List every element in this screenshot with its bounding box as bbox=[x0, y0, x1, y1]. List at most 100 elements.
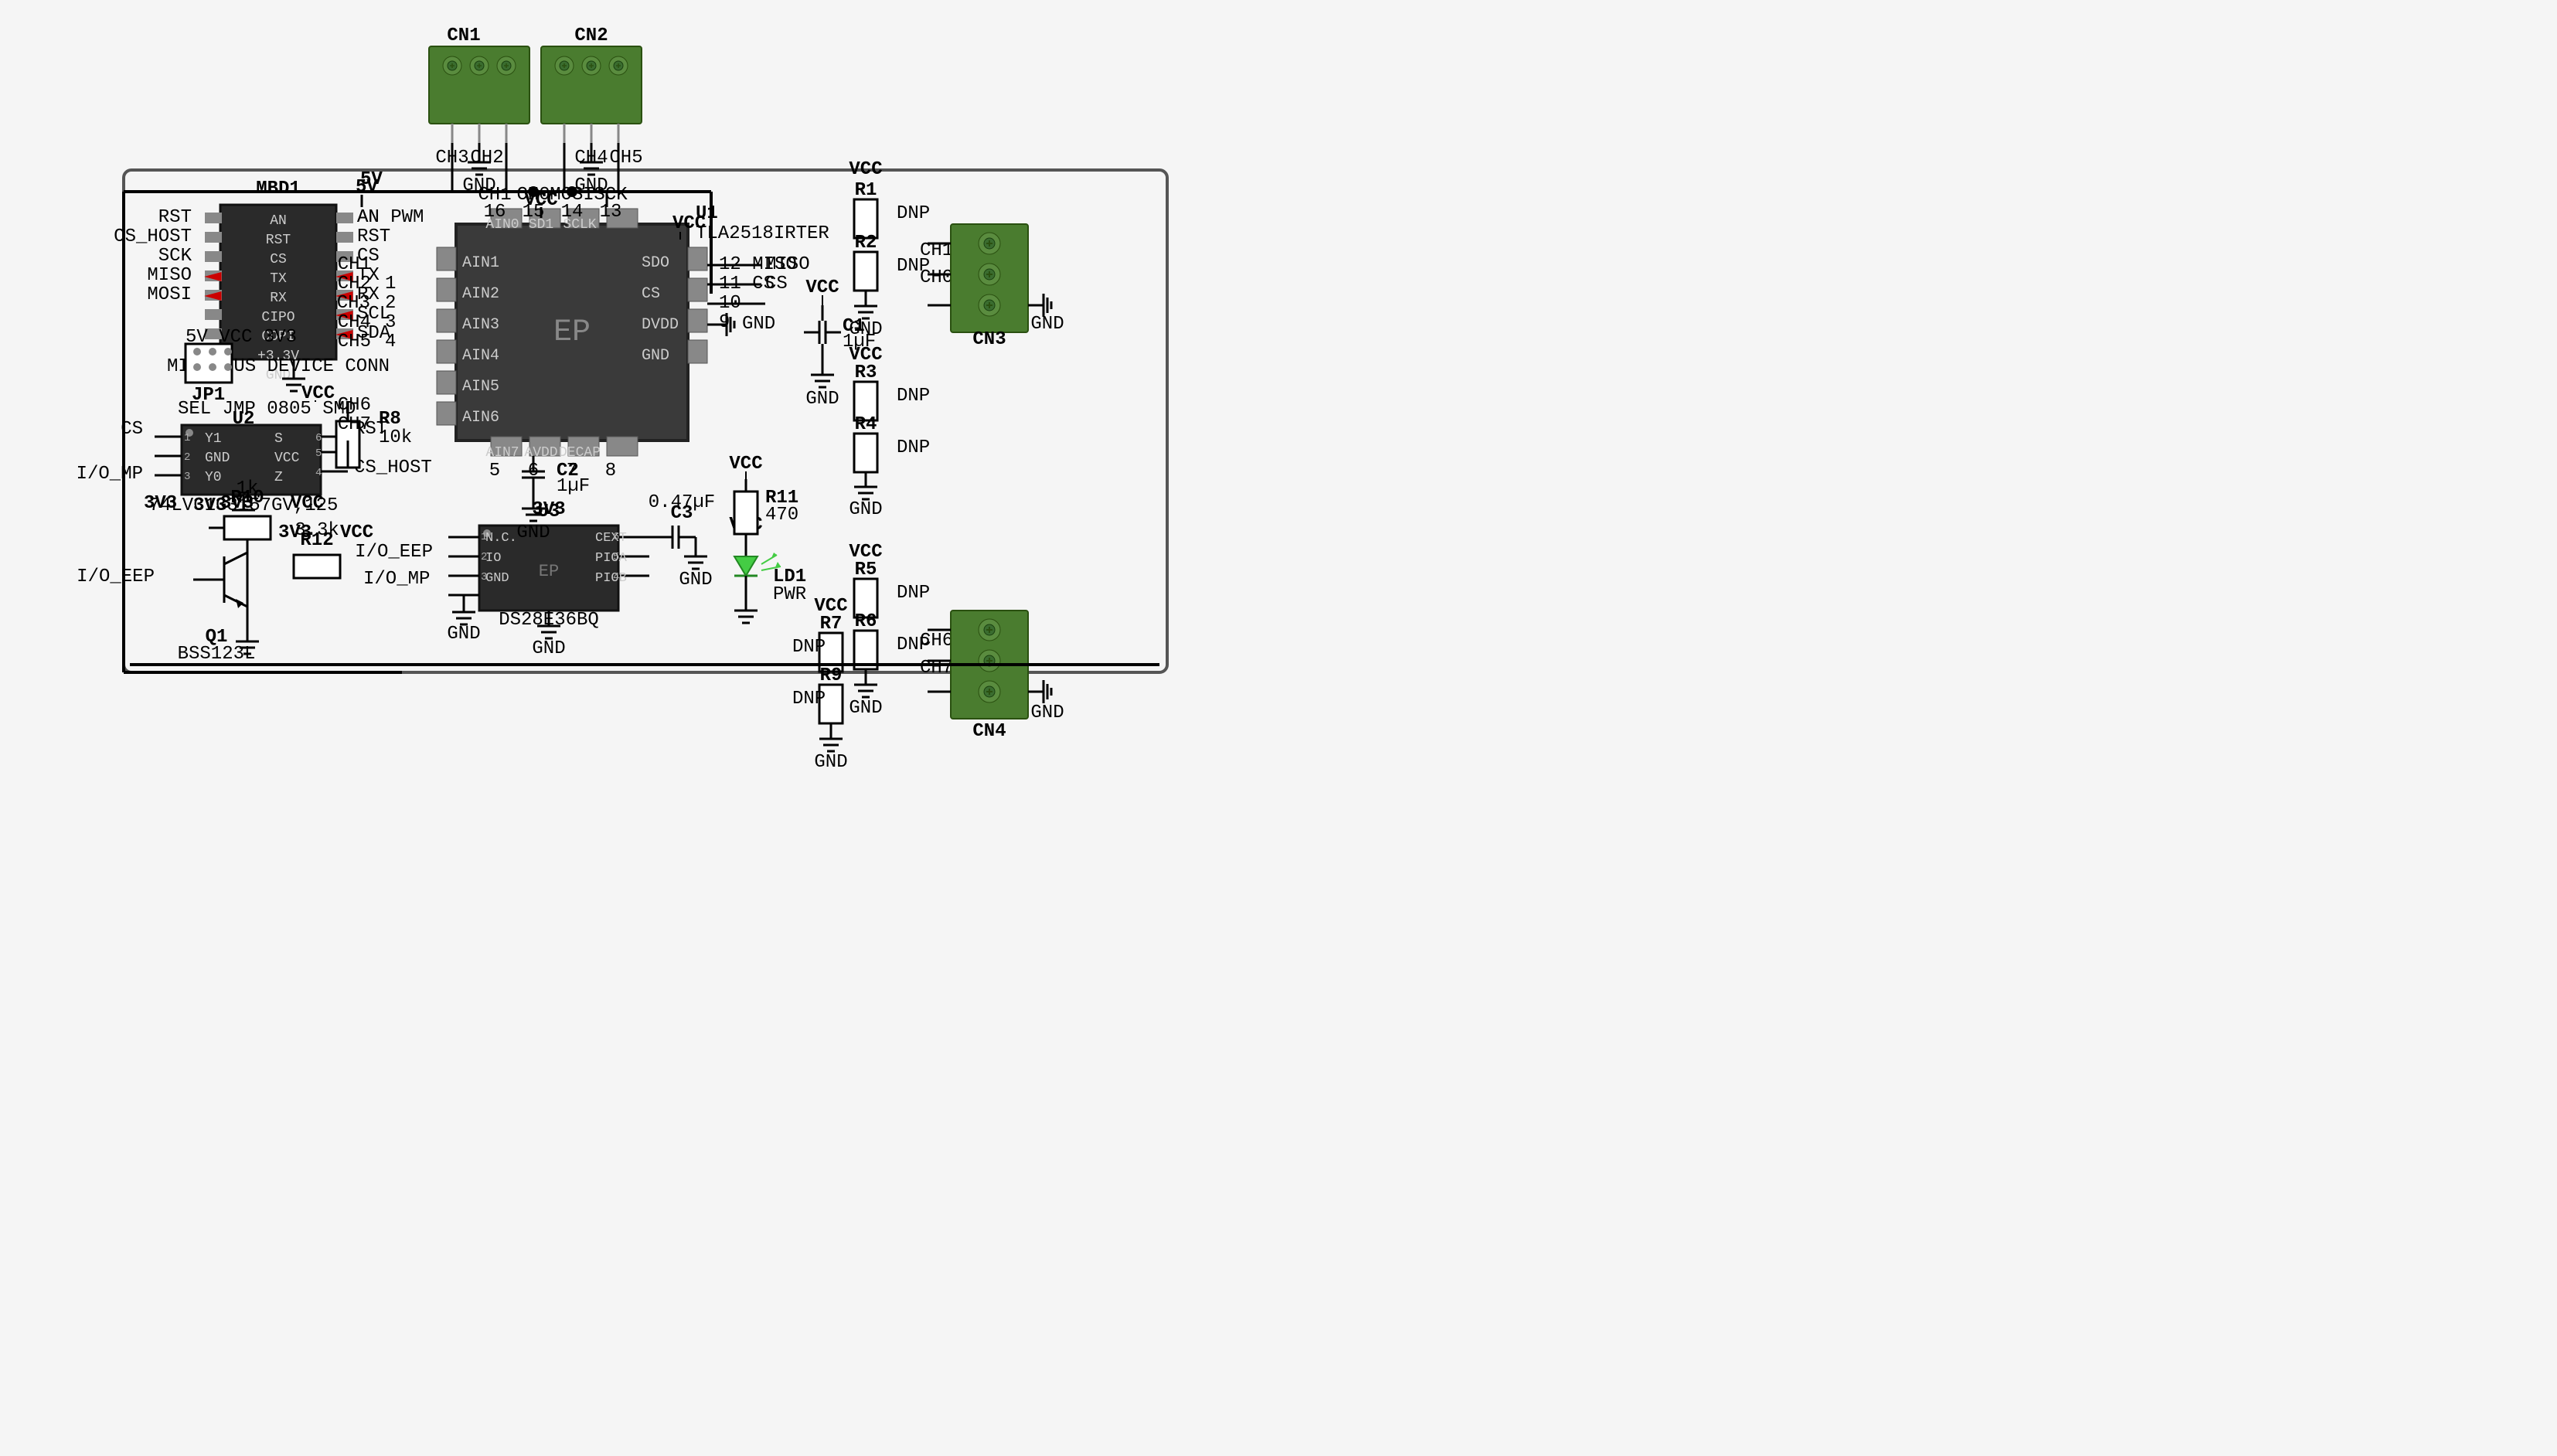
svg-text:VCC: VCC bbox=[805, 277, 839, 298]
svg-text:4: 4 bbox=[315, 467, 322, 479]
svg-text:RX: RX bbox=[270, 291, 287, 306]
svg-text:1: 1 bbox=[481, 531, 487, 543]
svg-text:CIPO: CIPO bbox=[261, 310, 295, 325]
svg-text:EP: EP bbox=[553, 315, 591, 350]
svg-text:DVDD: DVDD bbox=[642, 316, 679, 334]
svg-text:GND: GND bbox=[447, 624, 480, 645]
svg-text:CN1: CN1 bbox=[447, 26, 480, 46]
svg-text:1: 1 bbox=[184, 432, 190, 444]
svg-text:5: 5 bbox=[489, 461, 500, 481]
svg-text:VCC: VCC bbox=[340, 522, 373, 543]
svg-text:GND: GND bbox=[814, 752, 847, 773]
svg-text:AIN7: AIN7 bbox=[485, 445, 519, 461]
svg-text:3: 3 bbox=[184, 471, 190, 483]
svg-text:GND: GND bbox=[1030, 702, 1064, 723]
svg-text:CH1: CH1 bbox=[338, 254, 371, 275]
svg-text:VCC: VCC bbox=[672, 213, 706, 234]
svg-text:GND: GND bbox=[1030, 314, 1064, 335]
svg-text:IO: IO bbox=[485, 551, 501, 566]
svg-text:5V VCC 3V3: 5V VCC 3V3 bbox=[186, 327, 297, 348]
svg-text:R5: R5 bbox=[855, 560, 877, 580]
svg-text:DNP: DNP bbox=[792, 689, 826, 709]
svg-text:CH5: CH5 bbox=[609, 148, 642, 168]
svg-text:DNP: DNP bbox=[897, 583, 930, 604]
svg-text:PIOA: PIOA bbox=[595, 551, 628, 566]
svg-text:GND: GND bbox=[679, 570, 712, 590]
svg-text:8: 8 bbox=[605, 461, 616, 481]
svg-text:AIN4: AIN4 bbox=[462, 347, 499, 365]
svg-text:CH2: CH2 bbox=[470, 148, 503, 168]
svg-text:470: 470 bbox=[765, 505, 798, 526]
svg-text:VCC: VCC bbox=[729, 454, 762, 475]
svg-text:5: 5 bbox=[315, 447, 322, 460]
svg-text:R6: R6 bbox=[855, 611, 877, 632]
svg-text:DNP: DNP bbox=[792, 637, 826, 658]
svg-text:CH4: CH4 bbox=[338, 312, 371, 333]
svg-text:VCC: VCC bbox=[274, 451, 300, 466]
svg-text:U2: U2 bbox=[233, 409, 255, 430]
svg-text:SCK: SCK bbox=[158, 246, 192, 267]
svg-text:2: 2 bbox=[385, 293, 396, 314]
svg-text:PWR: PWR bbox=[773, 584, 806, 605]
svg-text:CS_HOST: CS_HOST bbox=[354, 458, 432, 478]
svg-text:6: 6 bbox=[315, 432, 322, 444]
svg-text:6: 6 bbox=[613, 531, 619, 543]
svg-text:DNP: DNP bbox=[897, 203, 930, 224]
svg-text:GND: GND bbox=[849, 499, 882, 520]
svg-text:AIN5: AIN5 bbox=[462, 378, 499, 396]
svg-text:GND: GND bbox=[205, 451, 230, 466]
svg-text:GND: GND bbox=[805, 389, 839, 410]
svg-text:R3: R3 bbox=[855, 362, 877, 383]
svg-text:1: 1 bbox=[385, 274, 396, 294]
svg-text:GND: GND bbox=[642, 347, 669, 365]
svg-text:MOSI: MOSI bbox=[147, 284, 192, 305]
svg-text:RST: RST bbox=[158, 207, 192, 228]
svg-text:CEXT: CEXT bbox=[595, 531, 627, 546]
svg-text:VCC: VCC bbox=[301, 383, 335, 404]
svg-text:CS: CS bbox=[765, 274, 788, 294]
svg-text:1µF: 1µF bbox=[557, 476, 590, 497]
svg-text:R7: R7 bbox=[820, 614, 843, 634]
svg-text:Y0: Y0 bbox=[205, 470, 222, 485]
svg-text:0.47µF: 0.47µF bbox=[649, 492, 715, 513]
svg-text:5: 5 bbox=[613, 551, 619, 563]
svg-text:4: 4 bbox=[385, 332, 396, 352]
svg-text:I/O_MP: I/O_MP bbox=[77, 464, 143, 485]
svg-text:3: 3 bbox=[481, 571, 487, 583]
svg-text:CS_HOST: CS_HOST bbox=[114, 226, 192, 247]
svg-text:DNP: DNP bbox=[897, 386, 930, 407]
svg-text:3V3: 3V3 bbox=[220, 493, 254, 514]
svg-text:5V: 5V bbox=[360, 169, 383, 190]
svg-text:GND: GND bbox=[516, 522, 550, 543]
svg-text:GND: GND bbox=[742, 314, 775, 335]
svg-text:3: 3 bbox=[385, 312, 396, 333]
svg-text:TLA2518IRTER: TLA2518IRTER bbox=[696, 223, 829, 244]
svg-text:CH7: CH7 bbox=[338, 414, 371, 435]
svg-text:AN: AN bbox=[270, 213, 287, 229]
svg-text:CN4: CN4 bbox=[972, 721, 1006, 742]
svg-text:MISO: MISO bbox=[765, 254, 810, 275]
svg-text:CH6: CH6 bbox=[920, 631, 953, 651]
svg-text:R9: R9 bbox=[820, 665, 843, 686]
svg-text:4: 4 bbox=[613, 571, 619, 583]
svg-text:CH5: CH5 bbox=[338, 332, 371, 352]
svg-text:VCC: VCC bbox=[849, 159, 882, 180]
svg-text:VCC: VCC bbox=[291, 493, 324, 514]
svg-text:S: S bbox=[274, 431, 283, 447]
svg-text:GND: GND bbox=[532, 638, 565, 659]
svg-text:N.C.: N.C. bbox=[485, 531, 517, 546]
svg-text:3V3: 3V3 bbox=[278, 522, 312, 543]
svg-text:SDO: SDO bbox=[642, 254, 669, 272]
svg-text:CH3: CH3 bbox=[337, 293, 370, 314]
svg-text:TX: TX bbox=[270, 271, 287, 287]
svg-text:I/O_MP: I/O_MP bbox=[363, 569, 430, 590]
svg-text:R2: R2 bbox=[855, 233, 877, 253]
svg-text:CN2: CN2 bbox=[574, 26, 608, 46]
svg-text:CS: CS bbox=[642, 285, 660, 303]
svg-text:GND: GND bbox=[849, 698, 882, 719]
svg-text:DECAP: DECAP bbox=[559, 445, 601, 461]
svg-text:MISO: MISO bbox=[147, 265, 192, 286]
svg-text:SCK: SCK bbox=[594, 185, 628, 206]
svg-text:RST: RST bbox=[266, 233, 291, 248]
svg-text:CN3: CN3 bbox=[972, 329, 1006, 350]
